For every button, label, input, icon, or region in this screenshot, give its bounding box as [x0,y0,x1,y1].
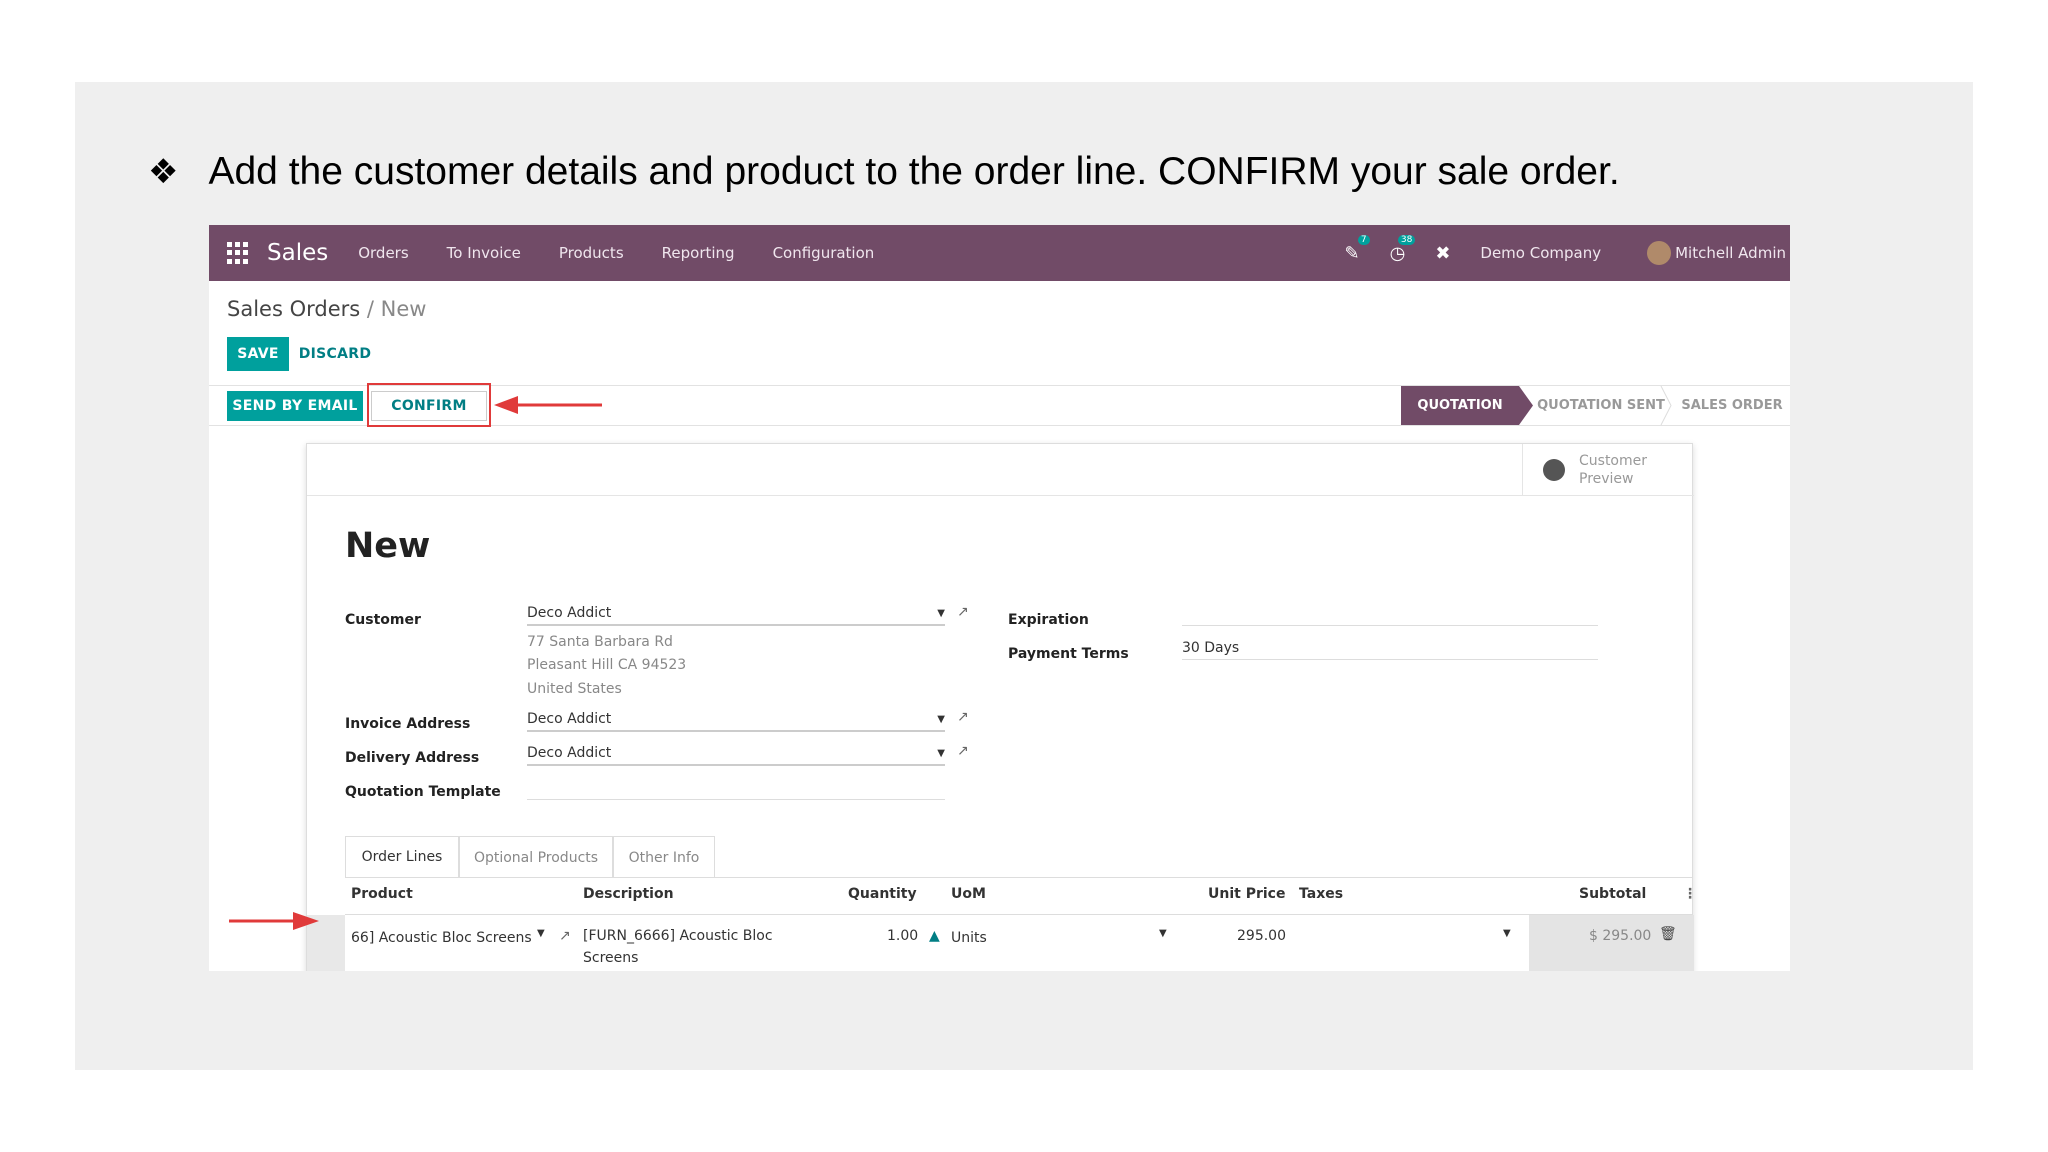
column-header-product[interactable]: Product [351,886,413,902]
delivery-address-value: Deco Addict [527,745,612,761]
header-divider [345,914,1693,915]
customer-field[interactable]: Deco Addict ▼ [527,602,945,626]
order-line-subtotal: $ 295.00 [1589,928,1652,944]
chevron-down-icon[interactable]: ▼ [1503,928,1511,939]
expiration-field[interactable] [1182,602,1598,626]
order-line-product[interactable]: 66] Acoustic Bloc Screens [351,930,532,946]
invoice-address-value: Deco Addict [527,711,612,727]
column-header-subtotal[interactable]: Subtotal [1579,886,1646,902]
sheet-button-box: Customer Preview [307,444,1694,496]
delivery-address-label: Delivery Address [345,750,480,766]
user-menu[interactable]: Mitchell Admin [1675,244,1786,262]
tab-optional-products[interactable]: Optional Products [459,836,613,878]
debug-tools-icon[interactable]: ✖ [1435,243,1450,264]
apps-menu-icon[interactable] [227,242,249,264]
confirm-pointer-arrow [494,396,602,414]
form-sheet: Customer Preview New Customer Deco Addic… [306,443,1697,971]
menu-orders[interactable]: Orders [358,244,408,262]
order-line-quantity[interactable]: 1.00 [887,928,918,944]
invoice-address-label: Invoice Address [345,716,471,732]
payment-terms-label: Payment Terms [1008,646,1129,662]
activities-icon[interactable]: ◷ 38 [1390,234,1416,264]
slide-caption: ❖ Add the customer details and product t… [148,150,1620,194]
discard-button[interactable]: DISCARD [297,337,373,371]
tab-other-info[interactable]: Other Info [613,836,715,878]
quotation-template-label: Quotation Template [345,784,501,800]
customer-address-line3: United States [527,681,622,697]
forecast-chart-icon[interactable]: ▲ [929,928,940,944]
stage-sales-order[interactable]: SALES ORDER [1677,386,1787,425]
order-line-description-line2[interactable]: Screens [583,950,638,966]
customer-label: Customer [345,612,421,628]
activities-badge: 38 [1397,234,1416,245]
caption-text: Add the customer details and product to … [208,150,1620,193]
column-header-uom[interactable]: UoM [951,886,986,902]
customer-address-line1: 77 Santa Barbara Rd [527,634,673,650]
trash-icon[interactable]: 🗑 [1659,926,1677,942]
column-header-quantity[interactable]: Quantity [848,886,917,902]
chevron-down-icon[interactable]: ▼ [937,714,945,725]
messages-badge: 7 [1357,234,1370,245]
menu-to-invoice[interactable]: To Invoice [447,244,521,262]
menu-configuration[interactable]: Configuration [773,244,875,262]
customer-address-line2: Pleasant Hill CA 94523 [527,657,687,673]
breadcrumb-current: New [380,297,427,321]
tab-order-lines[interactable]: Order Lines [345,836,459,878]
record-title: New [345,526,431,566]
order-line-unit-price[interactable]: 295.00 [1237,928,1286,944]
confirm-highlight-box [367,383,491,427]
menu-products[interactable]: Products [559,244,624,262]
top-navbar: Sales Orders To Invoice Products Reporti… [209,225,1790,281]
customer-preview-button[interactable]: Customer Preview [1522,444,1694,496]
chevron-down-icon[interactable]: ▼ [1159,928,1167,939]
globe-icon [1543,459,1565,481]
breadcrumb-parent[interactable]: Sales Orders [227,297,360,321]
external-link-icon[interactable]: ↗ [957,709,969,725]
chevron-down-icon[interactable]: ▼ [937,608,945,619]
menu-reporting[interactable]: Reporting [662,244,735,262]
expiration-label: Expiration [1008,612,1089,628]
stage-active-chevron [1519,386,1533,425]
breadcrumb-separator: / [360,297,381,321]
delivery-address-field[interactable]: Deco Addict ▼ [527,742,945,766]
order-line-uom[interactable]: Units [951,930,987,946]
send-by-email-button[interactable]: SEND BY EMAIL [227,391,363,421]
external-link-icon[interactable]: ↗ [957,604,969,620]
external-link-icon[interactable]: ↗ [559,928,571,944]
column-header-taxes[interactable]: Taxes [1299,886,1343,902]
customer-preview-label: Customer Preview [1579,453,1648,487]
navbar-right: ✎ 7 ◷ 38 ✖ Demo Company Mitchell Admin [1345,225,1786,281]
breadcrumb: Sales Orders / New [227,297,426,321]
tabs-divider [345,877,1693,878]
bullet-icon: ❖ [148,152,179,192]
avatar[interactable] [1647,241,1672,265]
chevron-down-icon[interactable]: ▼ [937,748,945,759]
external-link-icon[interactable]: ↗ [957,743,969,759]
chevron-down-icon[interactable]: ▼ [537,928,545,939]
quotation-template-field[interactable] [527,776,945,800]
product-pointer-arrow [229,912,319,930]
company-switcher[interactable]: Demo Company [1480,244,1601,262]
column-header-unit-price[interactable]: Unit Price [1208,886,1285,902]
column-options-icon[interactable]: ⋮ [1683,886,1697,902]
stage-quotation[interactable]: QUOTATION [1401,386,1519,425]
payment-terms-field[interactable]: 30 Days [1182,636,1598,660]
order-line-description-line1[interactable]: [FURN_6666] Acoustic Bloc [583,928,773,944]
stage-divider-chevron [1660,386,1672,425]
column-header-description[interactable]: Description [583,886,674,902]
save-button[interactable]: SAVE [227,337,289,371]
app-name[interactable]: Sales [267,240,328,266]
invoice-address-field[interactable]: Deco Addict ▼ [527,708,945,732]
messages-icon[interactable]: ✎ 7 [1345,234,1370,264]
stage-quotation-sent[interactable]: QUOTATION SENT [1533,386,1669,425]
customer-value: Deco Addict [527,605,612,621]
odoo-screenshot: Sales Orders To Invoice Products Reporti… [209,225,1790,971]
payment-terms-value: 30 Days [1182,639,1240,656]
